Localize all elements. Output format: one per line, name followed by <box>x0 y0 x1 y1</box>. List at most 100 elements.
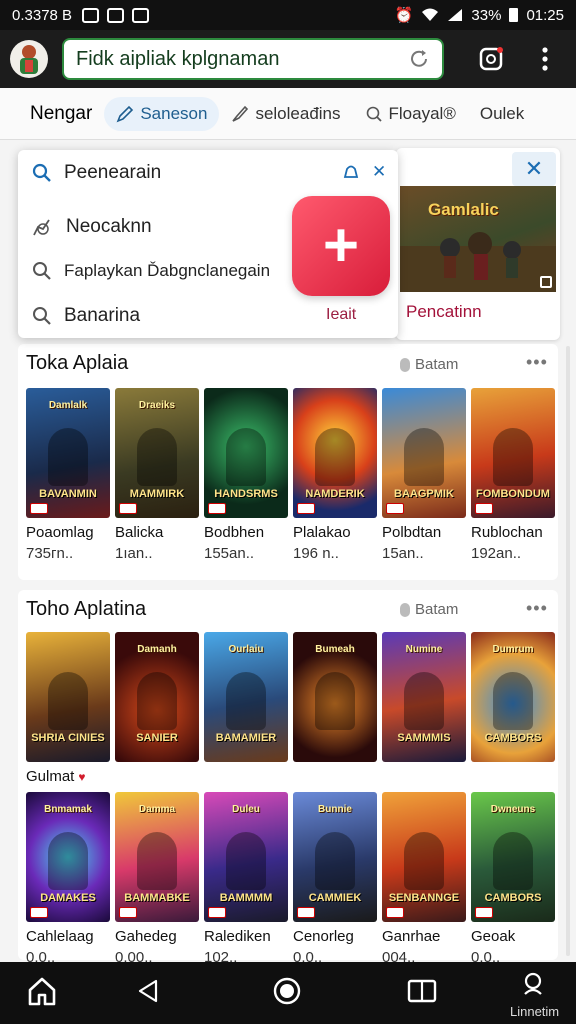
bell-icon[interactable] <box>342 164 360 182</box>
app-name: Ralediken <box>204 928 271 945</box>
alarm-icon: ⏰ <box>394 7 414 24</box>
app-card[interactable]: Dwneuns CAMBORS Geoak 0.0.. <box>471 792 555 966</box>
poster-caption: SENBANNGE <box>388 892 460 904</box>
app-card[interactable]: Numine SAMMMIS <box>382 632 466 762</box>
promo-card[interactable]: ✕ Gamlalic Pencatinn <box>396 148 560 340</box>
search-query-row[interactable]: Peenearain <box>32 162 161 184</box>
poster-title: Damanh <box>137 644 177 655</box>
app-card[interactable]: Bunnie CAMMIEK Cenorleg 0.0.. <box>293 792 377 966</box>
app-poster: Bnmamak DAMAKES <box>26 792 110 922</box>
tab-label: seloleađins <box>255 103 341 123</box>
app-card[interactable]: Dumrum CAMBORS <box>471 632 555 762</box>
app-card[interactable]: HANDSRMS Bodbhen 155аn.. <box>204 388 288 562</box>
poster-caption: BAAGPMIK <box>394 488 454 500</box>
app-name: Poaomlag <box>26 524 94 541</box>
poster-caption: BAMMABKE <box>124 892 190 904</box>
tab-label: Saneson <box>140 103 208 123</box>
scrollbar[interactable] <box>566 346 570 956</box>
add-app-button[interactable]: + <box>292 196 390 296</box>
more-horiz-icon[interactable]: ••• <box>526 598 548 619</box>
battery-icon <box>509 8 519 22</box>
brush-icon <box>232 105 249 122</box>
tab-royal[interactable]: Floayal® <box>353 97 468 131</box>
section-filter[interactable]: Batam <box>400 356 458 373</box>
app-poster: Draeiks MAMMIRK <box>115 388 199 518</box>
overflow-menu-button[interactable] <box>528 42 562 76</box>
app-card[interactable]: FOMBONDUM Rublochan 192аn.. <box>471 388 555 562</box>
poster-caption: DAMAKES <box>40 892 96 904</box>
app-name: Ganrhae <box>382 928 441 945</box>
address-bar[interactable]: Fidk aipliak kplgnaman <box>62 38 444 80</box>
back-button[interactable] <box>136 978 160 1004</box>
app-card[interactable]: NAMDERIK Plalakao 196 n.. <box>293 388 377 562</box>
app-card[interactable]: Draeiks MAMMIRK Balicka 1ıаn.. <box>115 388 199 562</box>
app-poster: Dumrum CAMBORS <box>471 632 555 762</box>
app-poster: SHRIA CINIES <box>26 632 110 762</box>
clear-search-icon[interactable]: ✕ <box>372 162 386 182</box>
poster-caption: CAMBORS <box>484 732 542 744</box>
home-button[interactable] <box>26 976 58 1006</box>
suggestion-item[interactable]: Neocaknn <box>32 216 152 238</box>
poster-caption: CAMBORS <box>484 892 542 904</box>
app-card[interactable]: Damlalk BAVANMIN Poaomlag 735гn.. <box>26 388 110 562</box>
address-bar-text: Fidk aipliak kplgnaman <box>76 47 280 70</box>
poster-caption: MAMMIRK <box>129 488 185 500</box>
poster-caption: CAMMIEK <box>308 892 362 904</box>
app-card[interactable]: Duleu BAMMMM Ralediken 102.. <box>204 792 288 966</box>
app-card[interactable]: SHRIA CINIES <box>26 632 110 762</box>
app-card[interactable]: SENBANNGE Ganrhae 004.. <box>382 792 466 966</box>
poster-title: Duleu <box>232 804 260 815</box>
add-app-label: Ieait <box>326 306 357 323</box>
app-poster: Duleu BAMMMM <box>204 792 288 922</box>
app-card[interactable]: Bnmamak DAMAKES Cahlelaag 0.0.. <box>26 792 110 966</box>
suggestion-item[interactable]: Faplaykan Ďabgnclanegain <box>32 261 270 281</box>
promo-banner-title: Gamlalic <box>428 200 499 219</box>
app-name: Polbdtan <box>382 524 442 541</box>
close-promo-button[interactable]: ✕ <box>512 152 556 186</box>
tab-search[interactable]: Saneson <box>104 96 220 131</box>
poster-title: Ourlaiu <box>228 644 264 655</box>
search-icon <box>32 163 51 182</box>
app-poster: SENBANNGE <box>382 792 466 922</box>
tab-switcher-button[interactable] <box>474 42 508 76</box>
more-horiz-icon[interactable]: ••• <box>526 352 548 373</box>
app-card[interactable]: Damma BAMMABKE Gahedeg 0.00.. <box>115 792 199 966</box>
tab-outlook[interactable]: Oulek <box>468 97 536 131</box>
recents-button[interactable] <box>406 978 438 1004</box>
app-poster: Damanh SANIER <box>115 632 199 762</box>
category-tabs: Nengar Saneson seloleađins Floayal® Oule… <box>0 88 576 140</box>
app-poster: Bunnie CAMMIEK <box>293 792 377 922</box>
poster-title: Numine <box>405 644 443 655</box>
app-size: 192аn.. <box>471 545 522 562</box>
app-poster: BAAGPMIK <box>382 388 466 518</box>
gallery-notification-icon <box>107 7 125 23</box>
app-logo[interactable] <box>10 40 48 78</box>
tab-home[interactable]: Nengar <box>0 97 102 131</box>
message-notification-icon <box>82 7 100 23</box>
top-apps-section: Toka Aplaia Batam ••• Damlalk BAVANMIN Po… <box>18 344 558 580</box>
app-card[interactable]: Damanh SANIER <box>115 632 199 762</box>
app-card[interactable]: BAAGPMIK Polbdtan 15аn.. <box>382 388 466 562</box>
battery-text: 33% <box>471 6 502 24</box>
app-poster: Bumeah <box>293 632 377 762</box>
app-card[interactable]: Bumeah <box>293 632 377 762</box>
poster-title: Bnmamak <box>44 804 92 815</box>
app-poster: Damlalk BAVANMIN <box>26 388 110 518</box>
book-icon <box>407 979 437 1003</box>
search-tag-icon <box>366 106 382 122</box>
trending-icon <box>33 219 50 236</box>
search-icon <box>33 262 51 280</box>
section-filter[interactable]: Batam <box>400 601 458 618</box>
app-card[interactable]: Ourlaiu BAMAMIER <box>204 632 288 762</box>
promo-banner-image[interactable]: Gamlalic <box>400 186 556 292</box>
reload-icon[interactable] <box>408 48 430 70</box>
suggestion-item[interactable]: Banarina <box>32 305 140 327</box>
poster-caption: SAMMMIS <box>397 732 451 744</box>
user-badge-icon <box>524 972 542 995</box>
tab-selections[interactable]: seloleađins <box>219 97 352 131</box>
home-circle-button[interactable] <box>272 976 302 1006</box>
account-button[interactable] <box>520 972 546 996</box>
poster-caption: BAMMMM <box>219 892 273 904</box>
fullscreen-icon[interactable] <box>540 276 552 288</box>
poster-title: Damlalk <box>48 400 88 411</box>
